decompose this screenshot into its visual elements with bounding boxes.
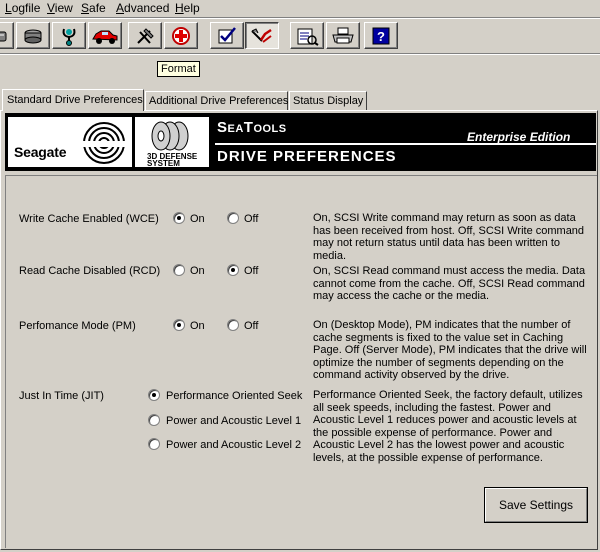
seatools-banner: Seagate 3D DEFENSE SYSTEM SeaTools Enterp… bbox=[5, 113, 596, 171]
rcd-off-radio[interactable] bbox=[227, 264, 239, 276]
rcd-on-label: On bbox=[190, 265, 205, 277]
stethoscope-icon bbox=[58, 26, 80, 46]
rcd-label: Read Cache Disabled (RCD) bbox=[19, 265, 161, 277]
drive-button[interactable] bbox=[0, 22, 14, 49]
printer-button[interactable] bbox=[326, 22, 360, 49]
help-icon: ? bbox=[371, 26, 391, 46]
pm-label: Perfomance Mode (PM) bbox=[19, 320, 136, 332]
toolbar-divider bbox=[0, 17, 600, 19]
drive-icon bbox=[0, 28, 8, 44]
seagate-logo: Seagate bbox=[8, 117, 132, 167]
jit-level2-radio[interactable] bbox=[148, 438, 160, 450]
hammer-icon bbox=[134, 26, 156, 46]
pm-on-radio[interactable] bbox=[173, 319, 185, 331]
wce-description: On, SCSI Write command may return as soo… bbox=[313, 212, 585, 262]
menu-bar: Logfile View Safe Advanced Help bbox=[0, 0, 600, 17]
3d-defense-logo: 3D DEFENSE SYSTEM bbox=[135, 117, 209, 168]
hammer-button[interactable] bbox=[128, 22, 162, 49]
log-icon bbox=[295, 26, 319, 46]
tab-status-display[interactable]: Status Display bbox=[289, 91, 367, 110]
tab-label: Status Display bbox=[293, 95, 364, 107]
jit-level1-label: Power and Acoustic Level 1 bbox=[166, 415, 302, 427]
wce-off-radio[interactable] bbox=[227, 212, 239, 224]
wce-on-radio[interactable] bbox=[173, 212, 185, 224]
rcd-description: On, SCSI Read command must access the me… bbox=[313, 265, 586, 302]
jit-label: Just In Time (JIT) bbox=[19, 390, 104, 402]
rcd-on-radio[interactable] bbox=[173, 264, 185, 276]
first-aid-button[interactable] bbox=[164, 22, 198, 49]
format-tooltip: Format bbox=[157, 61, 200, 77]
format-icon bbox=[249, 26, 275, 46]
disk-stack-icon bbox=[22, 27, 44, 45]
car-icon bbox=[91, 27, 119, 45]
save-settings-label: Save Settings bbox=[498, 498, 574, 512]
stethoscope-button[interactable] bbox=[52, 22, 86, 49]
wce-label: Write Cache Enabled (WCE) bbox=[19, 213, 159, 225]
banner-divider bbox=[215, 143, 596, 145]
help-button[interactable]: ? bbox=[364, 22, 398, 49]
wce-off-label: Off bbox=[244, 213, 259, 225]
tab-label: Standard Drive Preferences bbox=[7, 94, 143, 106]
disk-stack-button[interactable] bbox=[16, 22, 50, 49]
jit-level2-label: Power and Acoustic Level 2 bbox=[166, 439, 302, 451]
tab-label: Additional Drive Preferences bbox=[149, 95, 289, 107]
tab-additional-drive-preferences[interactable]: Additional Drive Preferences bbox=[145, 91, 288, 110]
banner-heading: DRIVE PREFERENCES bbox=[217, 148, 397, 165]
printer-icon bbox=[331, 26, 355, 46]
jit-description: Performance Oriented Seek, the factory d… bbox=[313, 389, 583, 464]
format-button[interactable] bbox=[245, 22, 279, 49]
menu-logfile[interactable]: Logfile bbox=[5, 1, 40, 15]
log-button[interactable] bbox=[290, 22, 324, 49]
checklist-button[interactable] bbox=[210, 22, 244, 49]
jit-performance-label: Performance Oriented Seek bbox=[166, 390, 303, 402]
pm-off-label: Off bbox=[244, 320, 259, 332]
menu-advanced[interactable]: Advanced bbox=[116, 1, 169, 15]
checklist-icon bbox=[216, 26, 238, 46]
edition-label: Enterprise Edition bbox=[467, 130, 571, 144]
menu-help[interactable]: Help bbox=[175, 1, 200, 15]
first-aid-icon bbox=[171, 26, 191, 46]
tab-standard-drive-preferences[interactable]: Standard Drive Preferences bbox=[2, 89, 144, 111]
brand-name: Seagate bbox=[14, 144, 67, 160]
rcd-off-label: Off bbox=[244, 265, 259, 277]
jit-performance-radio[interactable] bbox=[148, 389, 160, 401]
pm-off-radio[interactable] bbox=[227, 319, 239, 331]
pm-description: On (Desktop Mode), PM indicates that the… bbox=[313, 319, 587, 381]
jit-level1-radio[interactable] bbox=[148, 414, 160, 426]
svg-text:?: ? bbox=[377, 29, 385, 44]
product-name: SeaTools bbox=[217, 119, 287, 136]
wce-on-label: On bbox=[190, 213, 205, 225]
car-button[interactable] bbox=[88, 22, 122, 49]
defense-line2: SYSTEM bbox=[147, 159, 180, 168]
menu-safe[interactable]: Safe bbox=[81, 1, 106, 15]
pm-on-label: On bbox=[190, 320, 205, 332]
menu-view[interactable]: View bbox=[47, 1, 73, 15]
save-settings-button[interactable]: Save Settings bbox=[484, 487, 588, 523]
toolbar-bottom-divider bbox=[0, 53, 600, 55]
